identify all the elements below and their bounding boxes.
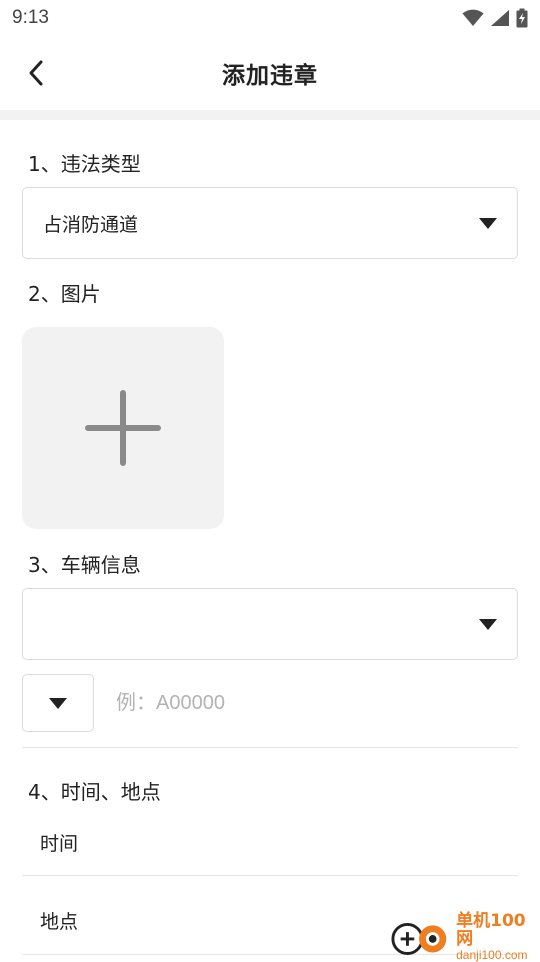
watermark-url: danji100.com (456, 947, 528, 962)
place-field[interactable]: 地点 (40, 907, 78, 934)
status-time: 9:13 (12, 7, 49, 28)
caret-down-icon (49, 697, 67, 709)
divider (22, 875, 518, 876)
plate-prefix-select[interactable] (22, 674, 94, 732)
watermark-logo (391, 922, 447, 955)
header-divider (0, 110, 540, 120)
vehicle-select[interactable] (22, 588, 518, 660)
watermark: 单机100网 danji100.com (390, 910, 540, 962)
caret-down-icon (479, 618, 497, 630)
section-label-time-place: 4、时间、地点 (28, 780, 161, 804)
watermark-name: 单机100网 (456, 910, 526, 949)
plate-number-input[interactable] (108, 674, 518, 732)
add-photo-button[interactable] (22, 327, 224, 529)
section-label-image: 2、图片 (28, 282, 101, 306)
section-label-violation-type: 1、违法类型 (28, 152, 141, 176)
section-label-vehicle: 3、车辆信息 (28, 553, 141, 577)
caret-down-icon (479, 217, 497, 229)
app-header: 添加违章 (0, 36, 540, 110)
plus-icon (85, 390, 161, 466)
battery-charging-icon (516, 8, 528, 28)
status-icons (462, 8, 528, 28)
violation-type-select[interactable]: 占消防通道 (22, 187, 518, 259)
time-field[interactable]: 时间 (40, 829, 78, 856)
status-bar: 9:13 (0, 0, 540, 36)
page-title: 添加违章 (222, 63, 318, 89)
wifi-icon (462, 9, 484, 26)
divider (22, 747, 518, 748)
signal-icon (491, 10, 509, 26)
chevron-left-icon (29, 60, 43, 86)
back-button[interactable] (18, 54, 54, 92)
violation-type-value: 占消防通道 (43, 213, 139, 236)
